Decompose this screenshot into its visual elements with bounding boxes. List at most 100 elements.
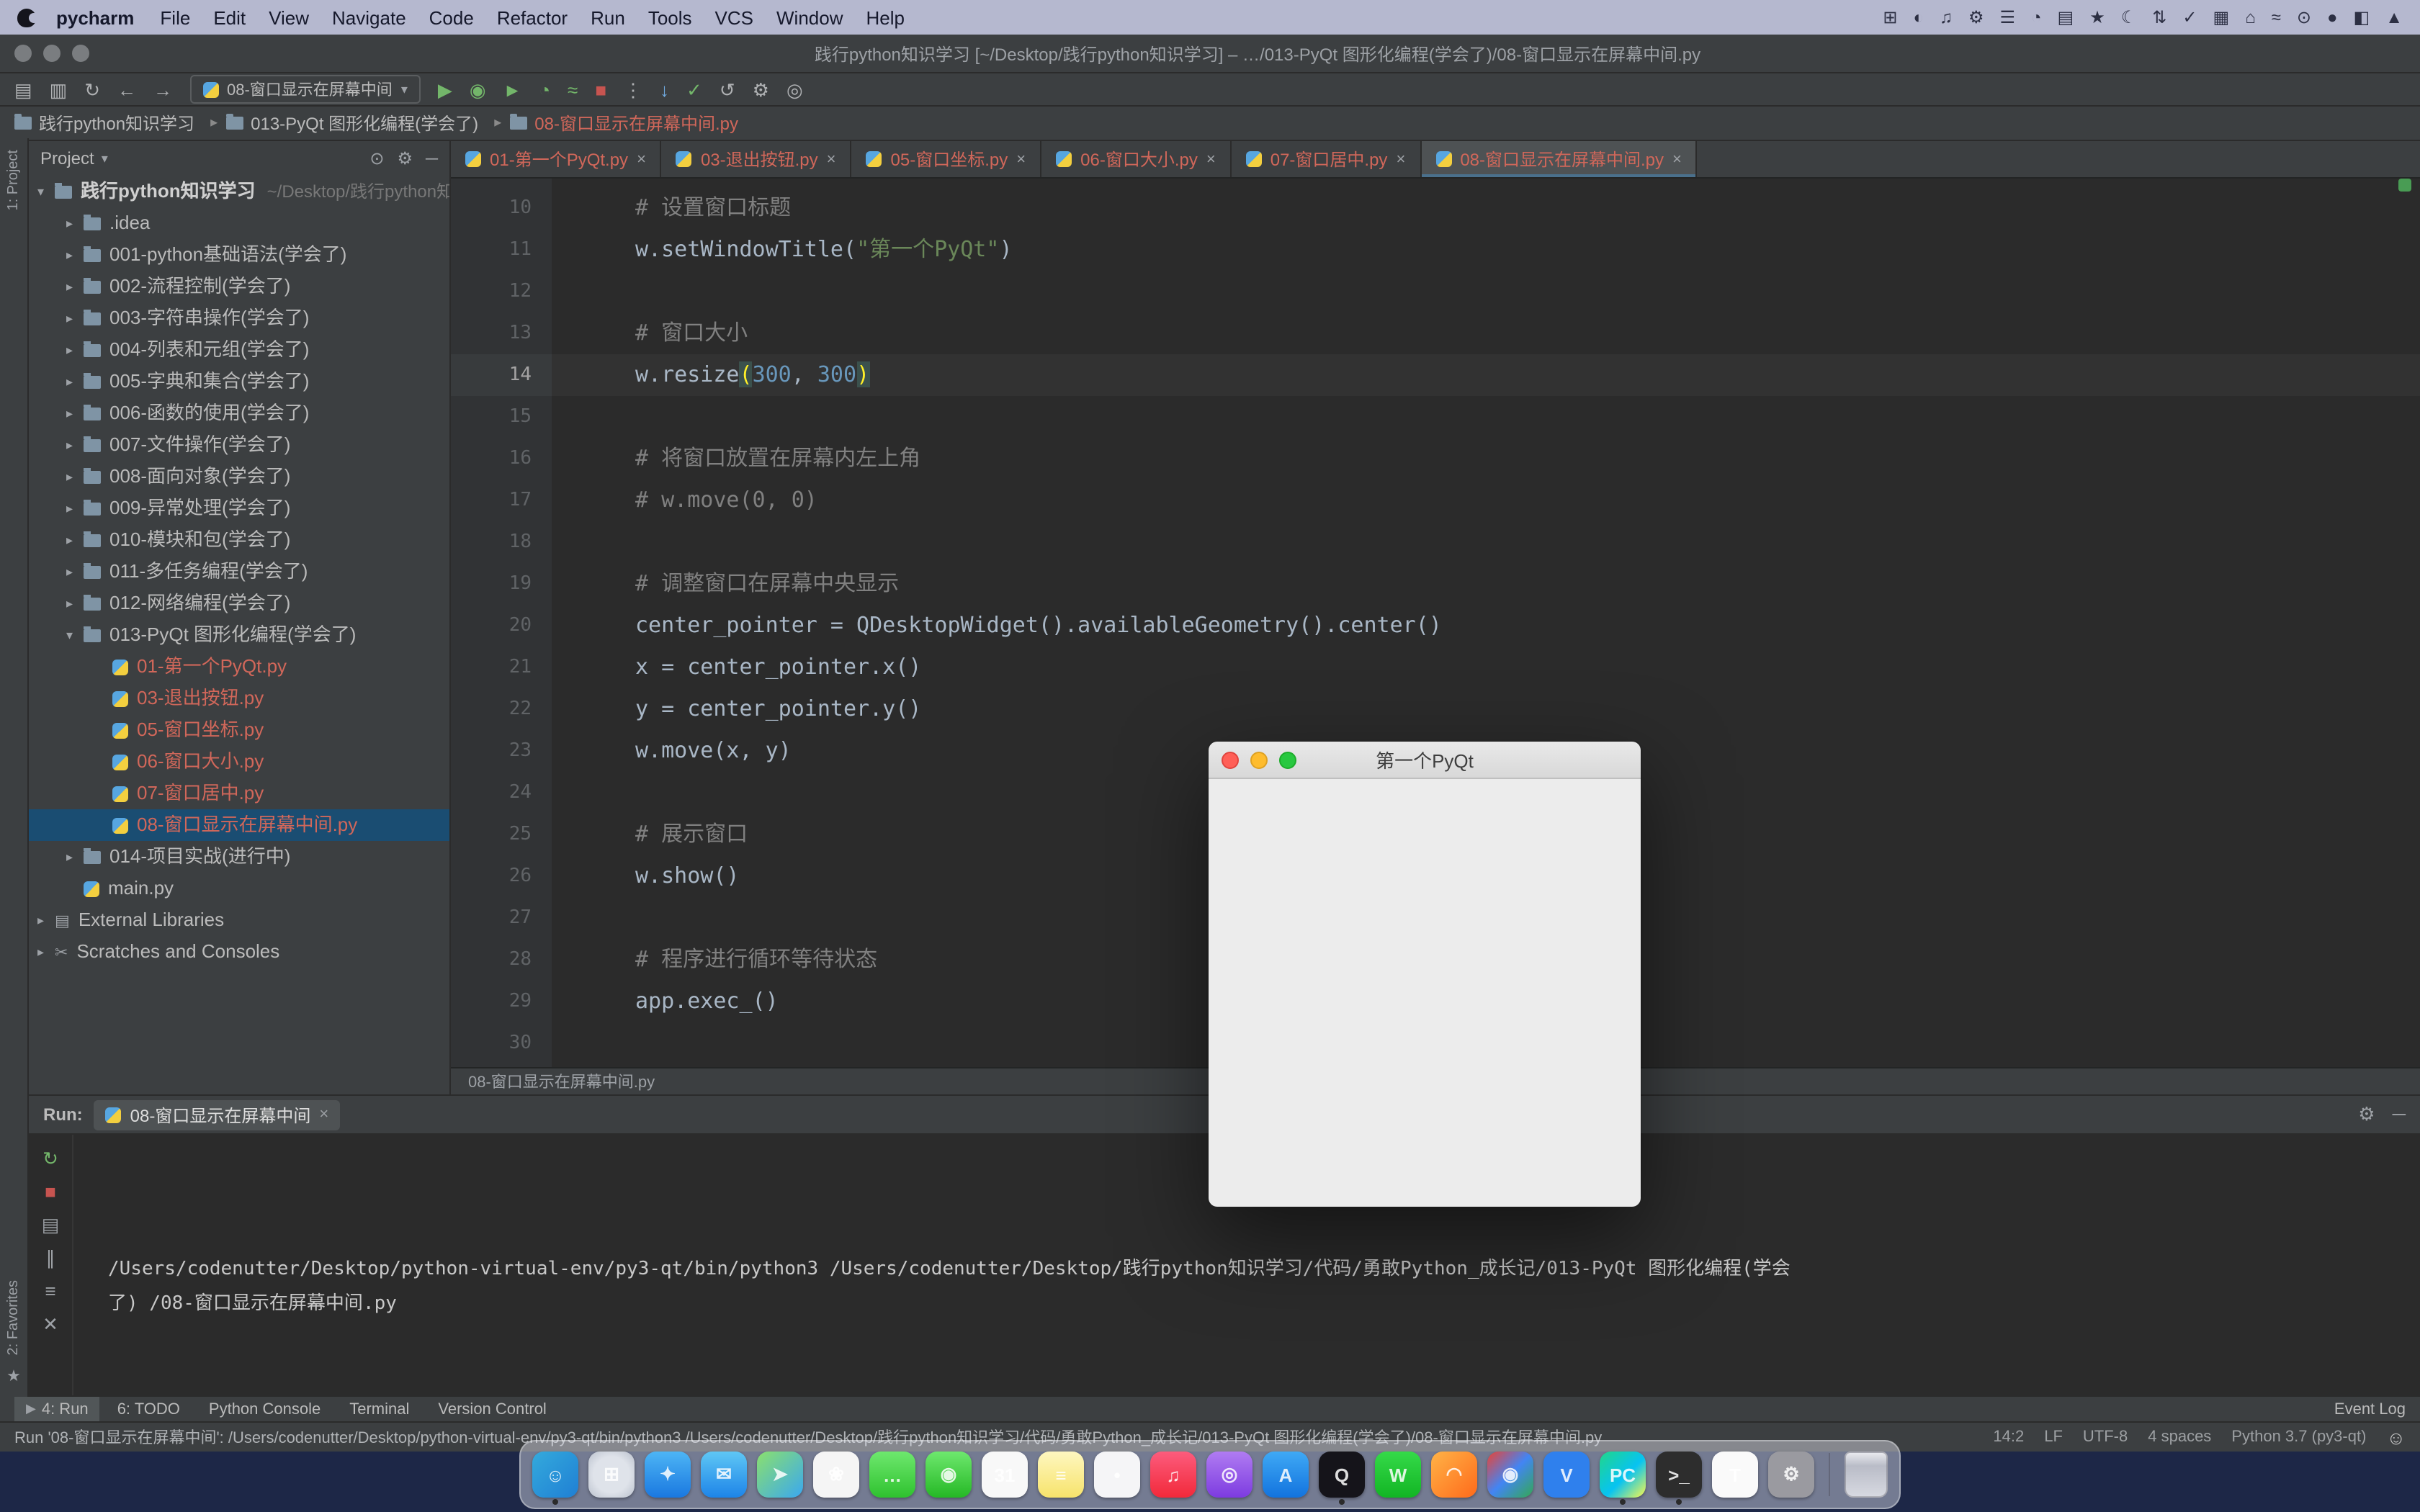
dock-app-icon[interactable]: ◉ <box>926 1452 972 1498</box>
tree-expand-icon[interactable]: ▸ <box>37 904 55 936</box>
status-widget[interactable]: 14:2 <box>1993 1428 2024 1446</box>
tree-item[interactable]: ▸ 009-异常处理(学会了) <box>29 492 449 524</box>
breadcrumb[interactable]: 013-PyQt 图形化编程(学会了) <box>226 111 501 135</box>
tree-expand-icon[interactable]: ▸ <box>66 397 84 429</box>
close-tab-icon[interactable] <box>1396 150 1405 168</box>
tree-item[interactable]: ▾ 践行python知识学习 ~/Desktop/践行python知识学习 <box>29 176 449 207</box>
status-widget[interactable]: UTF-8 <box>2083 1428 2128 1446</box>
toolbar-icon[interactable]: ↺ <box>720 80 735 99</box>
menu-item[interactable]: Edit <box>213 6 246 28</box>
dock-app-icon[interactable]: ❀ <box>813 1452 859 1498</box>
tree-item[interactable]: ▸ 003-字符串操作(学会了) <box>29 302 449 334</box>
chevron-down-icon[interactable]: ▾ <box>102 150 108 166</box>
close-tab-icon[interactable] <box>637 150 646 168</box>
dock-app-icon[interactable]: ◠ <box>1431 1452 1477 1498</box>
tree-expand-icon[interactable]: ▸ <box>66 207 84 239</box>
dock-app-icon[interactable]: W <box>1375 1452 1421 1498</box>
dock-app-icon[interactable]: ◎ <box>1206 1452 1252 1498</box>
close-tab-icon[interactable] <box>1206 150 1216 168</box>
minimize-window-icon[interactable] <box>43 45 60 62</box>
zoom-window-icon[interactable] <box>72 45 89 62</box>
run-toolbar-icon[interactable]: ✕ <box>42 1315 58 1333</box>
tree-expand-icon[interactable]: ▸ <box>66 588 84 619</box>
status-widget[interactable]: LF <box>2044 1428 2063 1446</box>
panel-action-icon[interactable]: ─ <box>426 148 438 168</box>
menu-item[interactable]: Navigate <box>332 6 406 28</box>
tree-expand-icon[interactable]: ▸ <box>66 524 84 556</box>
dock-app-icon[interactable]: PC <box>1600 1452 1646 1498</box>
tree-expand-icon[interactable]: ▾ <box>37 176 55 207</box>
menu-item[interactable]: Refactor <box>497 6 568 28</box>
dock-app-icon[interactable]: ✦ <box>645 1452 691 1498</box>
tree-expand-icon[interactable]: ▸ <box>66 461 84 492</box>
tree-expand-icon[interactable]: ▸ <box>66 492 84 524</box>
toolbar-icon[interactable]: ≈ <box>568 80 578 99</box>
tree-item[interactable]: ▸ 012-网络编程(学会了) <box>29 588 449 619</box>
menubar-status-icon[interactable]: ▲ <box>2385 7 2403 27</box>
tree-expand-icon[interactable]: ▸ <box>66 366 84 397</box>
tree-item[interactable]: 01-第一个PyQt.py <box>29 651 449 683</box>
menubar-status-icon[interactable]: ☰ <box>2000 7 2016 27</box>
menubar-status-icon[interactable]: ♫ <box>1940 7 1953 27</box>
dock-app-icon[interactable]: >_ <box>1656 1452 1702 1498</box>
close-run-tab-icon[interactable] <box>319 1106 328 1123</box>
project-tool-button[interactable]: 1: Project <box>6 150 22 211</box>
tree-expand-icon[interactable]: ▸ <box>37 936 55 968</box>
toolbar-icon[interactable]: ■ <box>595 80 606 99</box>
menubar-status-icon[interactable]: ◧ <box>2354 7 2370 27</box>
dock-app-icon[interactable]: • <box>1094 1452 1140 1498</box>
dock-app-icon[interactable]: V <box>1543 1452 1590 1498</box>
dock-app-icon[interactable]: ⊞ <box>588 1452 635 1498</box>
run-toolbar-icon[interactable]: ▤ <box>42 1215 60 1234</box>
panel-action-icon[interactable]: ─ <box>2393 1103 2406 1126</box>
toolbar-icon[interactable]: ↻ <box>84 80 100 99</box>
tree-item[interactable]: ▸ 001-python基础语法(学会了) <box>29 239 449 271</box>
toolbar-icon[interactable]: ◎ <box>786 80 803 99</box>
panel-action-icon[interactable]: ⚙ <box>397 148 413 168</box>
tree-expand-icon[interactable]: ▸ <box>66 429 84 461</box>
toolbar-icon[interactable]: ⋮ <box>624 80 642 99</box>
run-configuration-selector[interactable]: 08-窗口显示在屏幕中间 ▾ <box>189 75 421 104</box>
tree-expand-icon[interactable]: ▸ <box>66 239 84 271</box>
toolbar-icon[interactable]: ◔ <box>539 80 550 99</box>
menubar-status-icon[interactable]: ◐ <box>1913 7 1924 27</box>
menubar-status-icon[interactable]: ⌂ <box>2245 7 2256 27</box>
dock-app-icon[interactable]: ⚙ <box>1768 1452 1814 1498</box>
menubar-status-icon[interactable]: ⇅ <box>2152 7 2166 27</box>
tree-item[interactable]: ▸ 007-文件操作(学会了) <box>29 429 449 461</box>
breadcrumb[interactable]: 践行python知识学习 <box>14 111 218 135</box>
toolbar-icon[interactable]: ▥ <box>50 80 68 99</box>
status-widget[interactable]: 4 spaces <box>2148 1428 2211 1446</box>
editor-tab[interactable]: 05-窗口坐标.py <box>852 141 1042 177</box>
pyqt-window-title-bar[interactable]: 第一个PyQt <box>1209 742 1641 779</box>
tree-item[interactable]: 05-窗口坐标.py <box>29 714 449 746</box>
menu-item[interactable]: Help <box>866 6 905 28</box>
menu-item[interactable]: File <box>160 6 190 28</box>
menubar-status-icon[interactable]: ▤ <box>2058 7 2074 27</box>
run-toolbar-icon[interactable]: ↻ <box>42 1149 58 1168</box>
breadcrumb[interactable]: 08-窗口显示在屏幕中间.py <box>510 111 738 135</box>
tree-item[interactable]: ▸ 011-多任务编程(学会了) <box>29 556 449 588</box>
tree-item[interactable]: ▾ 013-PyQt 图形化编程(学会了) <box>29 619 449 651</box>
toolbar-icon[interactable]: ▶ <box>438 80 452 99</box>
tree-item[interactable]: ▸ 002-流程控制(学会了) <box>29 271 449 302</box>
close-tab-icon[interactable] <box>1016 150 1026 168</box>
tree-item[interactable]: 08-窗口显示在屏幕中间.py <box>29 809 449 841</box>
menubar-status-icon[interactable]: ◔ <box>2031 7 2042 27</box>
menubar-status-icon[interactable]: ▦ <box>2213 7 2230 27</box>
apple-menu-icon[interactable] <box>17 8 36 27</box>
toolbar-icon[interactable]: ↓ <box>660 80 669 99</box>
tree-item[interactable]: 03-退出按钮.py <box>29 683 449 714</box>
close-tab-icon[interactable] <box>1672 150 1682 168</box>
dock-app-icon[interactable]: ☺ <box>532 1452 578 1498</box>
tool-window-button[interactable]: Python Console <box>192 1397 332 1421</box>
tool-window-button[interactable]: 6: TODO <box>100 1397 192 1421</box>
menubar-status-icon[interactable]: ☾ <box>2121 7 2137 27</box>
active-app-name[interactable]: pycharm <box>56 6 134 28</box>
dock-app-icon[interactable]: T <box>1712 1452 1758 1498</box>
tree-item[interactable]: ▸ Scratches and Consoles <box>29 936 449 968</box>
editor-tab[interactable]: 07-窗口居中.py <box>1232 141 1422 177</box>
dock-app-icon[interactable]: 31 <box>982 1452 1028 1498</box>
close-window-icon[interactable] <box>14 45 32 62</box>
tree-item[interactable]: ▸ 006-函数的使用(学会了) <box>29 397 449 429</box>
